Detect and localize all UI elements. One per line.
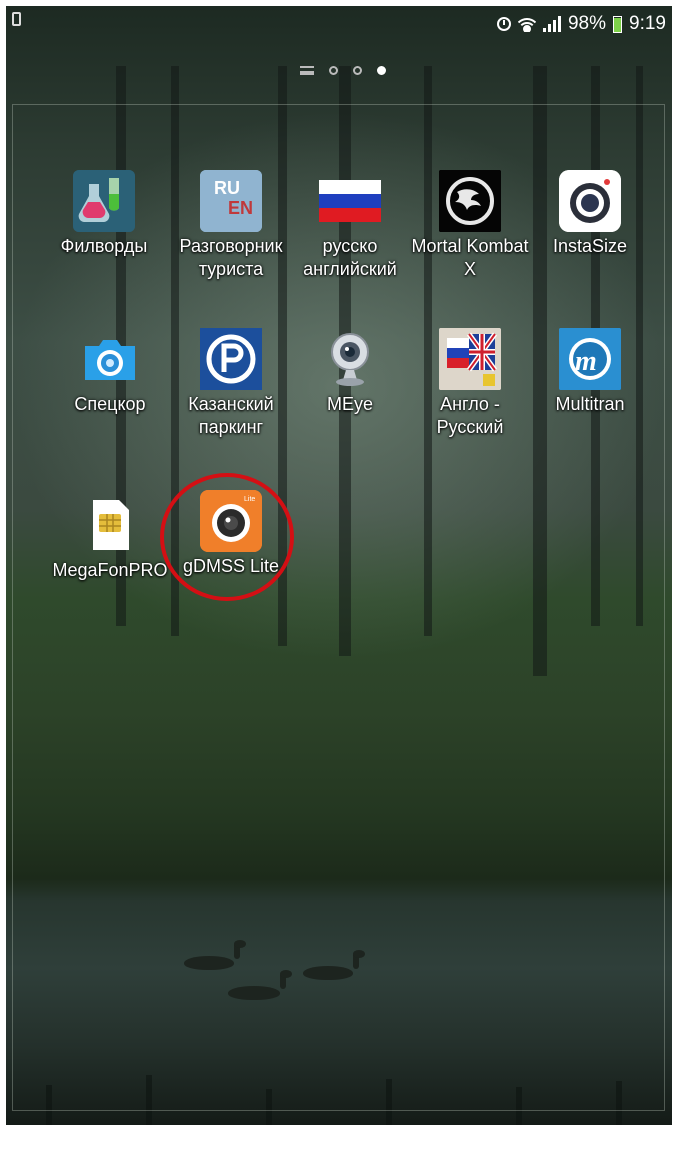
sim-icon [12, 12, 21, 26]
battery-icon [613, 15, 623, 33]
sim-card-icon [79, 494, 141, 556]
multitran-logo-icon: m [559, 328, 621, 390]
app-label: MegaFonPRO [52, 560, 168, 580]
app-label: Филворды [60, 236, 148, 256]
home-screen: 98% 9:19 Филворды RU EN Разговорник тури… [6, 6, 672, 1125]
app-razgovornik-turista[interactable]: RU EN Разговорник туриста [171, 170, 291, 281]
app-label: Спецкор [74, 394, 146, 414]
wifi-icon [517, 16, 536, 32]
webcam-icon [319, 328, 381, 390]
battery-percent: 98% [567, 13, 607, 34]
signal-icon [542, 16, 561, 32]
app-filvordy[interactable]: Филворды [44, 170, 164, 258]
menu-lines-icon[interactable] [300, 66, 314, 75]
flasks-icon [73, 170, 135, 232]
uk-russia-dictionary-icon [439, 328, 501, 390]
app-label: Англо - Русский [436, 394, 504, 437]
app-label: русско английский [303, 236, 397, 279]
app-label: MEye [326, 394, 373, 414]
highlight-ring [160, 473, 294, 601]
app-label: Разговорник туриста [179, 236, 283, 279]
app-instasize[interactable]: InstaSize [530, 170, 650, 258]
app-label: InstaSize [552, 236, 628, 256]
camera-icon [79, 328, 141, 390]
ru-en-phrasebook-icon: RU EN [200, 170, 262, 232]
svg-text:RU: RU [214, 178, 240, 198]
app-russko-angliyskiy[interactable]: русско английский [290, 170, 410, 281]
alarm-icon [496, 17, 511, 31]
page-indicator[interactable] [300, 66, 386, 75]
page-dot-3-active[interactable] [377, 66, 386, 75]
clock: 9:19 [629, 13, 666, 34]
app-multitran[interactable]: m Multitran [530, 328, 650, 416]
status-bar[interactable]: 98% 9:19 [6, 6, 672, 40]
app-label: Multitran [555, 394, 625, 414]
app-mortal-kombat-x[interactable]: Mortal Kombat X [410, 170, 530, 281]
app-meye[interactable]: MEye [290, 328, 410, 416]
page-dot-1[interactable] [329, 66, 338, 75]
svg-text:EN: EN [228, 198, 253, 218]
parking-p-icon [200, 328, 262, 390]
app-anglo-russkiy[interactable]: Англо - Русский [410, 328, 530, 439]
dragon-logo-icon [439, 170, 501, 232]
svg-text:m: m [575, 346, 597, 377]
app-label: Mortal Kombat X [411, 236, 529, 279]
app-label: Казанский паркинг [188, 394, 274, 437]
russian-flag-icon [319, 170, 381, 232]
app-kazanskiy-parking[interactable]: Казанский паркинг [171, 328, 291, 439]
app-megafonpro[interactable]: MegaFonPRO [50, 494, 170, 582]
page-dot-2[interactable] [353, 66, 362, 75]
camera-lens-icon [559, 170, 621, 232]
app-spetskor[interactable]: Спецкор [50, 328, 170, 416]
